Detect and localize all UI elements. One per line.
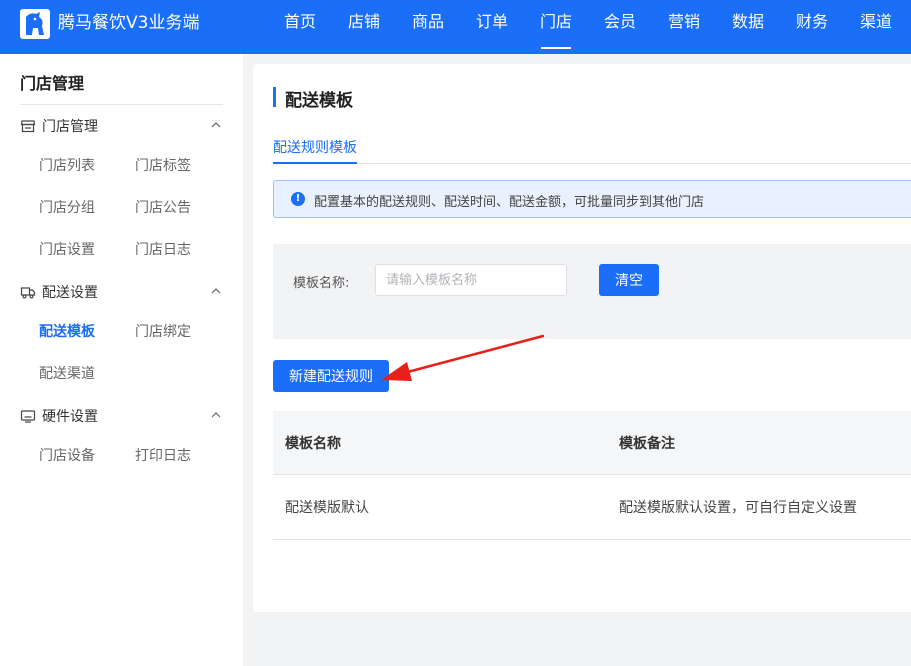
sidebar-item-store-notices[interactable]: 门店公告 (135, 197, 191, 217)
sidebar-title: 门店管理 (20, 74, 85, 93)
sidebar-item-store-list[interactable]: 门店列表 (39, 155, 95, 175)
sidebar-group-title: 硬件设置 (42, 409, 98, 425)
sidebar-item-delivery-channels[interactable]: 配送渠道 (39, 363, 95, 383)
sidebar-item-store-settings[interactable]: 门店设置 (39, 239, 95, 259)
sidebar-item-store-binding[interactable]: 门店绑定 (135, 321, 191, 341)
sidebar-item-print-logs[interactable]: 打印日志 (135, 445, 191, 465)
clear-button[interactable]: 清空 (599, 264, 659, 296)
nav-finance[interactable]: 财务 (780, 0, 844, 54)
sidebar-group-delivery-settings[interactable]: 配送设置 (20, 282, 223, 302)
column-header-template-remark: 模板备注 (619, 436, 675, 452)
nav-channels[interactable]: 渠道 (844, 0, 908, 54)
table-cell-template-name: 配送模版默认 (285, 500, 369, 516)
filter-panel: 模板名称: 清空 (273, 244, 911, 339)
page-title: 配送模板 (285, 91, 353, 111)
template-table: 模板名称 模板备注 配送模版默认 配送模版默认设置，可自行自定义设置 (273, 411, 911, 540)
nav-stores[interactable]: 门店 (524, 0, 588, 54)
sidebar-item-store-tags[interactable]: 门店标签 (135, 155, 191, 175)
sidebar-item-store-logs[interactable]: 门店日志 (135, 239, 191, 259)
table-row[interactable]: 配送模版默认 配送模版默认设置，可自行自定义设置 (273, 475, 911, 540)
store-icon (20, 120, 36, 133)
sidebar-group-store-management[interactable]: 门店管理 (20, 116, 223, 136)
sidebar-item-store-devices[interactable]: 门店设备 (39, 445, 95, 465)
template-name-input[interactable] (375, 264, 567, 296)
table-header: 模板名称 模板备注 (273, 411, 911, 475)
nav-home[interactable]: 首页 (268, 0, 332, 54)
info-alert: ! 配置基本的配送规则、配送时间、配送金额，可批量同步到其他门店 (273, 180, 911, 218)
nav-members[interactable]: 会员 (588, 0, 652, 54)
nav-orders[interactable]: 订单 (460, 0, 524, 54)
new-delivery-rule-button[interactable]: 新建配送规则 (273, 360, 389, 392)
main-content-card: 配送模板 配送规则模板 ! 配置基本的配送规则、配送时间、配送金额，可批量同步到… (253, 64, 911, 612)
template-name-label: 模板名称: (293, 276, 350, 291)
nav-marketing[interactable]: 营销 (652, 0, 716, 54)
app-title: 腾马餐饮V3业务端 (58, 13, 200, 33)
alert-text: 配置基本的配送规则、配送时间、配送金额，可批量同步到其他门店 (314, 195, 705, 210)
top-navbar: 腾马餐饮V3业务端 首页 店铺 商品 订单 门店 会员 营销 数据 财务 渠道 (0, 0, 911, 54)
nav-shop[interactable]: 店铺 (332, 0, 396, 54)
sidebar-group-title: 配送设置 (42, 285, 98, 301)
table-cell-template-remark: 配送模版默认设置，可自行自定义设置 (619, 500, 857, 516)
chevron-up-icon[interactable] (211, 410, 221, 420)
main-nav: 首页 店铺 商品 订单 门店 会员 营销 数据 财务 渠道 (268, 0, 908, 54)
tab-delivery-rule-template[interactable]: 配送规则模板 (273, 137, 357, 157)
nav-data[interactable]: 数据 (716, 0, 780, 54)
delivery-icon (20, 287, 36, 299)
sidebar-divider (20, 104, 223, 105)
hardware-icon (20, 410, 36, 423)
title-accent-bar (273, 87, 276, 107)
sidebar-group-title: 门店管理 (42, 119, 98, 135)
chevron-up-icon[interactable] (211, 120, 221, 130)
chevron-up-icon[interactable] (211, 286, 221, 296)
tabs-divider (273, 163, 911, 164)
sidebar-item-delivery-template[interactable]: 配送模板 (39, 321, 95, 341)
sidebar-group-hardware-settings[interactable]: 硬件设置 (20, 406, 223, 426)
sidebar-item-store-groups[interactable]: 门店分组 (39, 197, 95, 217)
app-logo-icon[interactable] (20, 9, 50, 39)
nav-products[interactable]: 商品 (396, 0, 460, 54)
active-tab-indicator (273, 162, 357, 164)
sidebar: 门店管理 门店管理 门店列表 门店标签 门店分组 门店公告 门店设置 门店日志 … (0, 54, 243, 666)
info-icon: ! (291, 192, 305, 206)
column-header-template-name: 模板名称 (285, 436, 341, 452)
